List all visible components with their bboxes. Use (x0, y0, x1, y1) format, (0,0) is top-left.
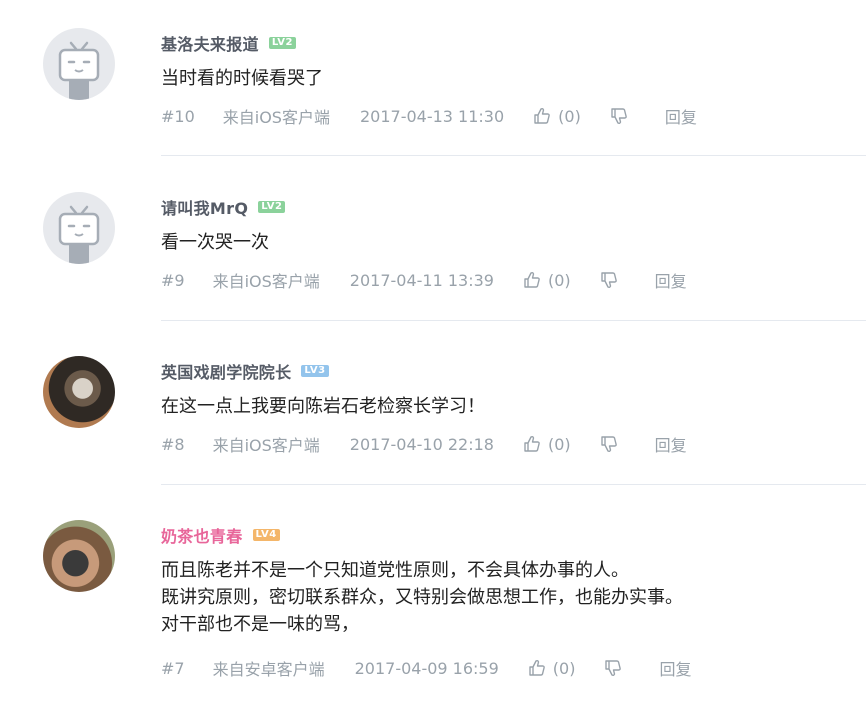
thumbs-up-icon (534, 107, 550, 124)
comment-line: 既讲究原则，密切联系群众，又特别会做思想工作，也能办实事。 (161, 587, 683, 608)
timestamp: 2017-04-10 22:18 (349, 434, 494, 454)
comment-meta: #8 来自iOS客户端 2017-04-10 22:18 (0) 回复 (161, 432, 687, 456)
reply-button[interactable]: 回复 (665, 104, 697, 128)
reply-button[interactable]: 回复 (659, 656, 691, 680)
level-badge: LV3 (301, 365, 329, 377)
level-badge: LV2 (258, 201, 286, 213)
reply-button[interactable]: 回复 (655, 432, 687, 456)
timestamp: 2017-04-11 13:39 (349, 270, 494, 290)
like-count: (0) (547, 434, 571, 454)
thumbs-down-icon (600, 436, 617, 453)
thumbs-down-icon (605, 660, 622, 677)
comment-line: 看一次哭一次 (161, 232, 269, 253)
divider (161, 155, 866, 156)
like-count: (0) (558, 106, 581, 126)
dislike-button[interactable] (599, 270, 619, 290)
tv-face-icon (58, 205, 100, 264)
thumbs-down-icon (611, 108, 627, 125)
thumbs-up-icon (529, 659, 545, 676)
comment-meta: #9 来自iOS客户端 2017-04-11 13:39 (0) 回复 (161, 268, 687, 292)
comment-content: 在这一点上我要向陈岩石老检察长学习！ (161, 393, 485, 420)
comment-header: 基洛夫来报道 LV2 (161, 31, 297, 55)
like-button[interactable]: (0) (522, 434, 571, 454)
avatar[interactable] (43, 356, 115, 428)
dislike-button[interactable] (599, 434, 619, 454)
like-count: (0) (552, 658, 576, 678)
like-button[interactable]: (0) (532, 106, 581, 126)
comment-line: 在这一点上我要向陈岩石老检察长学习！ (161, 396, 485, 417)
divider (161, 320, 866, 321)
avatar[interactable] (43, 192, 115, 264)
username[interactable]: 英国戏剧学院院长 (161, 359, 291, 383)
comment-content: 当时看的时候看哭了 (161, 65, 323, 92)
comment-content: 而且陈老并不是一个只知道党性原则，不会具体办事的人。 既讲究原则，密切联系群众，… (161, 557, 683, 638)
thumbs-up-icon (524, 435, 540, 452)
thumbs-up-icon (524, 271, 540, 288)
dislike-button[interactable] (609, 106, 629, 126)
tv-face-icon (58, 41, 100, 100)
client-source: 来自iOS客户端 (212, 272, 320, 291)
comment-header: 请叫我MrQ LV2 (161, 195, 286, 219)
divider (161, 484, 866, 485)
username[interactable]: 奶茶也青春 (161, 523, 243, 547)
comment-line: 而且陈老并不是一个只知道党性原则，不会具体办事的人。 (161, 560, 629, 581)
floor-number: #9 (161, 270, 185, 290)
client-source: 来自安卓客户端 (212, 660, 325, 679)
avatar[interactable] (43, 28, 115, 100)
floor-number: #10 (161, 106, 195, 126)
level-badge: LV2 (268, 37, 297, 49)
like-button[interactable]: (0) (522, 270, 571, 290)
floor-number: #7 (161, 658, 185, 678)
reply-button[interactable]: 回复 (655, 268, 687, 292)
comment-header: 英国戏剧学院院长 LV3 (161, 359, 329, 383)
comment-meta: #7 来自安卓客户端 2017-04-09 16:59 (0) 回复 (161, 656, 691, 680)
comment-content: 看一次哭一次 (161, 229, 269, 256)
client-source: 来自iOS客户端 (222, 108, 330, 127)
username[interactable]: 基洛夫来报道 (161, 31, 259, 55)
client-source: 来自iOS客户端 (212, 436, 320, 455)
like-button[interactable]: (0) (527, 658, 576, 678)
comment-line: 对干部也不是一味的骂， (161, 614, 359, 635)
comment-meta: #10 来自iOS客户端 2017-04-13 11:30 (0) 回复 (161, 104, 697, 128)
thumbs-down-icon (600, 272, 617, 289)
timestamp: 2017-04-13 11:30 (359, 106, 505, 126)
username[interactable]: 请叫我MrQ (161, 195, 248, 219)
dislike-button[interactable] (603, 658, 623, 678)
avatar[interactable] (43, 520, 115, 592)
level-badge: LV4 (252, 529, 280, 541)
comment-line: 当时看的时候看哭了 (161, 68, 323, 89)
comment-header: 奶茶也青春 LV4 (161, 523, 280, 547)
like-count: (0) (547, 270, 571, 290)
floor-number: #8 (161, 434, 185, 454)
timestamp: 2017-04-09 16:59 (354, 658, 499, 678)
